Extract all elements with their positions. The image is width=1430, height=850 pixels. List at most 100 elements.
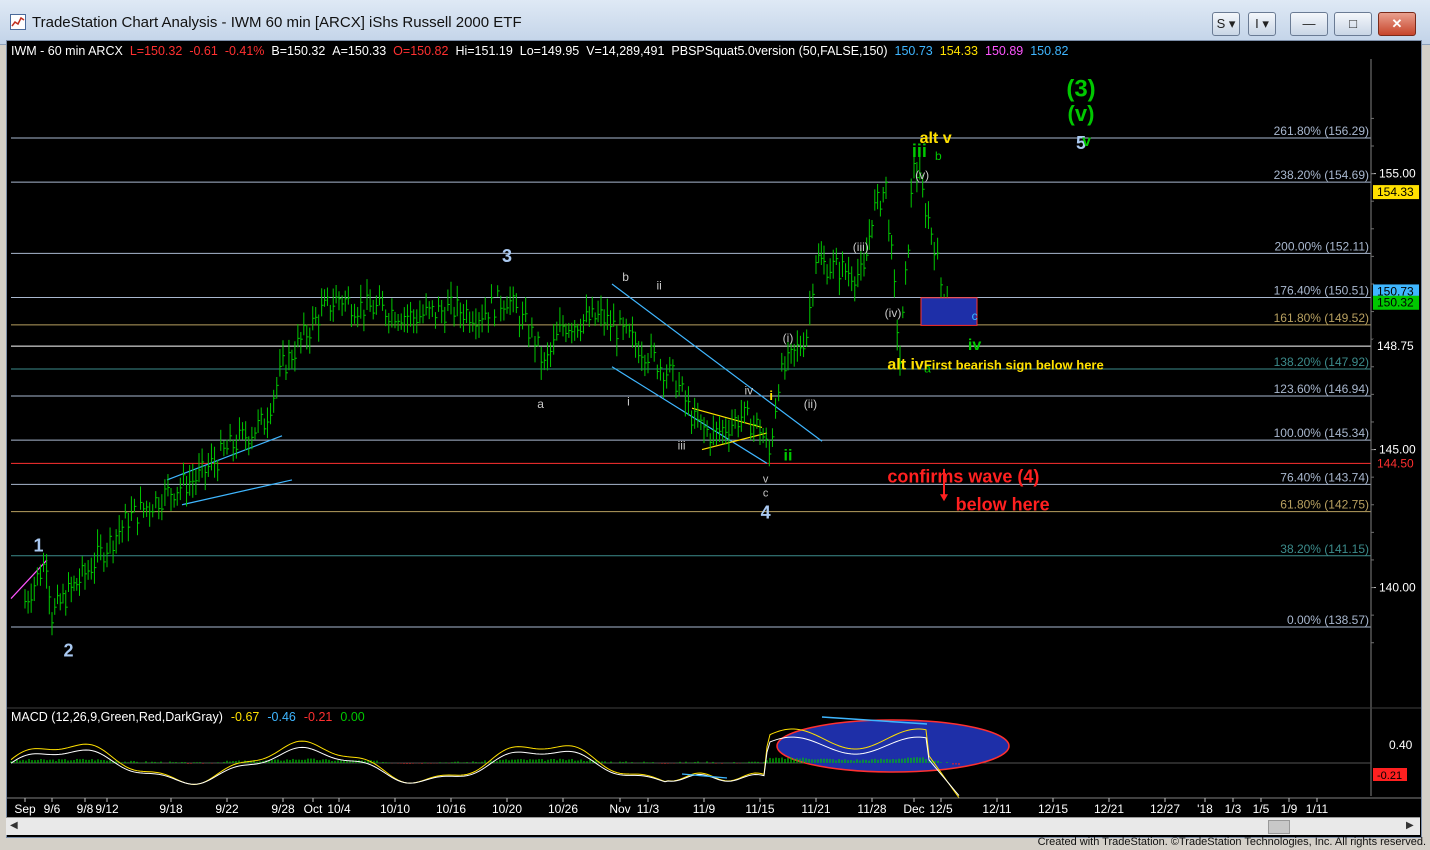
time-label-14: 11/3 — [637, 802, 660, 816]
time-label-20: 12/5 — [929, 802, 953, 816]
annotation-2: below here — [956, 494, 1050, 514]
close-button[interactable]: ✕ — [1378, 12, 1416, 36]
fib-label-8: 76.40% (143.74) — [1280, 470, 1369, 484]
fib-label-6: 123.60% (146.94) — [1274, 382, 1369, 396]
macd-tag: -0.21 — [1377, 770, 1402, 782]
wave-label-13: b — [935, 149, 942, 163]
time-label-15: 11/9 — [693, 802, 716, 816]
price-tag-3: 148.75 — [1377, 339, 1414, 353]
time-label-1: 9/6 — [44, 802, 61, 816]
annotation-1: confirms wave (4) — [887, 467, 1039, 487]
header-field-4: B=150.32 — [271, 44, 325, 58]
time-label-3: 9/12 — [95, 802, 119, 816]
wave-iv-target-box — [920, 297, 978, 326]
wave-label-0: 1 — [33, 536, 43, 556]
fib-label-2: 200.00% (152.11) — [1274, 239, 1369, 253]
time-label-9: 10/10 — [380, 802, 410, 816]
wave-label-23: a — [537, 397, 544, 411]
header-field-6: O=150.82 — [393, 44, 448, 58]
time-axis: Sep 9/6 9/8 9/12 9/18 9/22 9/28 Oct 10/4 10/10 10/… — [7, 797, 1421, 816]
fib-label-3: 176.40% (150.51) — [1274, 284, 1369, 298]
price-axis-label-2: 140.00 — [1379, 581, 1416, 595]
time-label-17: 11/21 — [801, 802, 830, 816]
header-field-1: L=150.32 — [130, 44, 183, 58]
time-label-7: Oct — [304, 802, 323, 816]
header-field-7: Hi=151.19 — [455, 44, 512, 58]
time-label-10: 10/16 — [436, 802, 466, 816]
window-title: TradeStation Chart Analysis - IWM 60 min… — [32, 14, 522, 31]
time-label-23: 12/21 — [1094, 802, 1124, 816]
dropdown-arrow-icon: ▾ — [1228, 16, 1236, 31]
wave-label-10: iv — [968, 337, 981, 354]
falling-channel-lower — [611, 366, 768, 464]
time-label-2: 9/8 — [77, 802, 94, 816]
chart-window[interactable]: IWM - 60 min ARCX L=150.32 -0.61 -0.41% B=15… — [6, 40, 1422, 838]
fib-label-9: 61.80% (142.75) — [1280, 498, 1369, 512]
wave-label-25: iii — [678, 439, 686, 453]
price-tags: 154.33150.73150.32148.75144.50 — [1373, 185, 1419, 471]
wave-label-6: (v) — [1068, 101, 1095, 126]
price-axis: 155.00 145.00 140.00 — [1370, 59, 1416, 796]
time-label-12: 10/26 — [548, 802, 578, 816]
wave-label-27: i — [769, 388, 773, 403]
header-field-8: Lo=149.95 — [520, 44, 579, 58]
wave-label-18: (iii) — [853, 240, 869, 254]
macd-value-3: 0.00 — [340, 710, 364, 724]
time-label-22: 12/15 — [1038, 802, 1068, 816]
price-tag-2: 150.32 — [1377, 296, 1414, 310]
macd-axis-label: 0.40 — [1389, 738, 1413, 752]
time-label-29: 1/11 — [1306, 802, 1329, 816]
rising-channel-upper — [166, 435, 283, 481]
scroll-left-icon[interactable]: ◀ — [10, 820, 18, 831]
macd-value-0: -0.67 — [231, 710, 260, 724]
minimize-button[interactable]: — — [1290, 12, 1328, 36]
price-chart[interactable]: IWM - 60 min ARCX L=150.32 -0.61 -0.41% B=15… — [7, 41, 1421, 818]
fib-label-1: 238.20% (154.69) — [1274, 168, 1369, 182]
fib-label-10: 38.20% (141.15) — [1280, 542, 1369, 556]
fib-label-11: 0.00% (138.57) — [1287, 613, 1369, 627]
header-field-9: V=14,289,491 — [586, 44, 664, 58]
time-label-0: Sep — [14, 802, 36, 816]
time-label-11: 10/20 — [492, 802, 522, 816]
macd-value-2: -0.21 — [304, 710, 333, 724]
wave-label-20: (v) — [915, 168, 929, 182]
fib-label-0: 261.80% (156.29) — [1274, 124, 1369, 138]
price-tag-4: 144.50 — [1377, 456, 1414, 470]
falling-channel-upper — [611, 283, 823, 442]
wave-label-15: c — [972, 309, 978, 323]
key-price-lines — [11, 345, 1371, 464]
price-axis-label-0: 155.00 — [1379, 167, 1416, 181]
header-field-2: -0.61 — [189, 44, 218, 58]
wave-label-2: 3 — [502, 246, 512, 266]
macd-value-1: -0.46 — [267, 710, 296, 724]
annotation-0: First bearish sign below here — [924, 358, 1104, 373]
time-label-28: 1/9 — [1281, 802, 1298, 816]
header-field-0: IWM - 60 min ARCX — [11, 44, 123, 58]
time-label-19: Dec — [903, 802, 924, 816]
wave-label-5: (3) — [1066, 75, 1095, 102]
maximize-icon: □ — [1349, 16, 1357, 31]
horizontal-scrollbar[interactable]: ◀ ▶ — [6, 817, 1420, 835]
time-label-18: 11/28 — [857, 802, 886, 816]
wave-label-17: (ii) — [804, 397, 817, 411]
time-label-16: 11/15 — [745, 802, 774, 816]
dropdown-arrow-icon: ▾ — [1262, 16, 1269, 31]
interval-link-button[interactable]: I ▾ — [1248, 12, 1276, 36]
fibonacci-levels: 261.80% (156.29) 238.20% (154.69) 200.00% … — [11, 124, 1371, 628]
wave-label-9: ii — [784, 448, 793, 465]
fib-label-5: 138.20% (147.92) — [1274, 355, 1369, 369]
symbol-link-button[interactable]: S ▾ — [1212, 12, 1240, 36]
wave-1-dotted-line — [10, 559, 48, 599]
wave-label-1: 2 — [63, 641, 73, 661]
minimize-icon: — — [1302, 16, 1316, 31]
wave-label-11: alt v — [920, 130, 952, 147]
time-label-5: 9/22 — [215, 802, 239, 816]
fib-label-7: 100.00% (145.34) — [1274, 426, 1369, 440]
wave-label-16: (i) — [783, 331, 794, 345]
header-field-12: 154.33 — [940, 44, 978, 58]
scrollbar-thumb[interactable] — [1268, 820, 1290, 834]
scroll-right-icon[interactable]: ▶ — [1406, 820, 1414, 831]
header-field-14: 150.82 — [1030, 44, 1068, 58]
maximize-button[interactable]: □ — [1334, 12, 1372, 36]
wave-label-12: alt iv — [887, 357, 924, 374]
